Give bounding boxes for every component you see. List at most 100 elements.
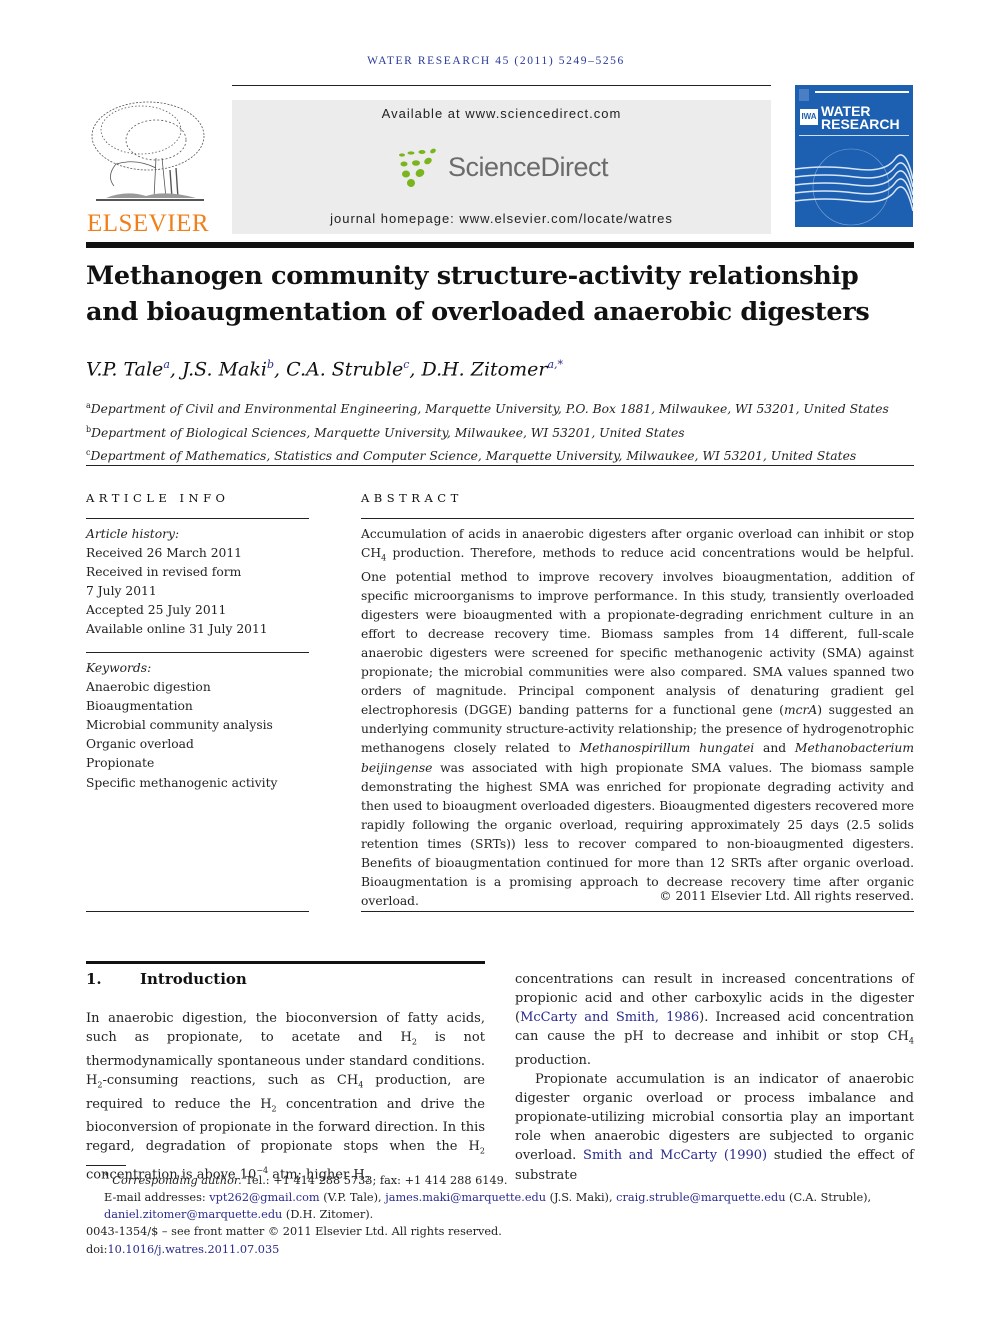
affiliation: cDepartment of Mathematics, Statistics a… <box>86 443 889 467</box>
abstract-heading: ABSTRACT <box>361 491 463 505</box>
gene-name: mcrA <box>783 703 818 718</box>
iwa-badge: IWA <box>800 109 818 125</box>
history-item: Accepted 25 July 2011 <box>86 603 227 618</box>
abstract-rule <box>361 518 914 519</box>
article-info-rule <box>86 518 309 519</box>
masthead-rule <box>86 242 914 248</box>
abstract-text: production. Therefore, methods to reduce… <box>361 546 914 718</box>
section-title: Introduction <box>140 970 247 988</box>
article-title: Methanogen community structure-activity … <box>86 261 870 327</box>
elsevier-logo[interactable]: ELSEVIER <box>86 98 210 238</box>
journal-homepage-link[interactable]: journal homepage: www.elsevier.com/locat… <box>232 211 771 226</box>
cover-rule <box>815 91 909 93</box>
doi-label: doi: <box>86 1242 108 1256</box>
author-name[interactable]: D.H. Zitomer <box>422 358 548 380</box>
email-owner: (V.P. Tale), <box>319 1190 386 1204</box>
keyword: Anaerobic digestion <box>86 680 211 695</box>
cover-elsevier-mini-icon <box>799 89 809 101</box>
email-link[interactable]: craig.struble@marquette.edu <box>616 1191 785 1204</box>
footnote-rule <box>86 1165 126 1166</box>
cover-wave-graphic <box>795 148 913 234</box>
keyword: Microbial community analysis <box>86 718 273 733</box>
article-info-rule <box>86 911 309 912</box>
affiliation-text: Department of Mathematics, Statistics an… <box>90 449 857 464</box>
email-owner: (D.H. Zitomer). <box>282 1208 374 1222</box>
subscript: 2 <box>479 1146 485 1156</box>
email-link[interactable]: james.maki@marquette.edu <box>385 1191 546 1204</box>
abstract-body: Accumulation of acids in anaerobic diges… <box>361 525 914 911</box>
abstract-text: was associated with high propionate SMA … <box>361 760 914 909</box>
doi-line: doi:10.1016/j.watres.2011.07.035 <box>86 1241 916 1258</box>
sciencedirect-logo[interactable]: ScienceDirect <box>396 148 616 188</box>
keyword: Bioaugmentation <box>86 699 193 714</box>
affiliation: aDepartment of Civil and Environmental E… <box>86 396 889 420</box>
journal-cover[interactable]: IWA WATER RESEARCH <box>795 85 913 234</box>
history-item: 7 July 2011 <box>86 584 157 599</box>
contact-info: Tel.: +1 414 288 5733; fax: +1 414 288 6… <box>241 1173 508 1187</box>
author-name[interactable]: V.P. Tale <box>86 358 163 380</box>
email-owner: (C.A. Struble), <box>785 1190 872 1204</box>
cover-title-line2: RESEARCH <box>821 116 900 132</box>
intro-column-right: concentrations can result in increased c… <box>515 970 914 1185</box>
footnote-mark: * <box>104 1171 109 1182</box>
paragraph: In anaerobic digestion, the bioconversio… <box>86 1009 485 1189</box>
cover-divider <box>799 135 909 136</box>
affiliations: aDepartment of Civil and Environmental E… <box>86 396 889 467</box>
issn-line: 0043-1354/$ – see front matter © 2011 El… <box>86 1225 502 1239</box>
text: -consuming reactions, such as CH <box>102 1072 359 1088</box>
keyword: Propionate <box>86 756 155 771</box>
keyword: Organic overload <box>86 737 194 752</box>
citation-link[interactable]: McCarty and Smith, 1986 <box>520 1010 699 1025</box>
section-rule <box>86 961 485 964</box>
sciencedirect-banner: Available at www.sciencedirect.com Scien… <box>232 100 771 234</box>
author-list: V.P. Talea, J.S. Makib, C.A. Strublec, D… <box>86 358 564 381</box>
elsevier-wordmark: ELSEVIER <box>86 210 210 237</box>
history-item: Received in revised form <box>86 565 242 580</box>
email-owner: (J.S. Maki), <box>546 1190 617 1204</box>
author-name[interactable]: C.A. Struble <box>286 358 403 380</box>
abstract-copyright: © 2011 Elsevier Ltd. All rights reserved… <box>659 889 914 903</box>
section-heading: 1. Introduction <box>86 970 247 988</box>
email-label: E-mail addresses: <box>104 1190 210 1204</box>
author-affiliation-mark[interactable]: c <box>403 358 409 371</box>
history-item: Available online 31 July 2011 <box>86 622 268 637</box>
section-number: 1. <box>86 970 102 988</box>
history-item: Received 26 March 2011 <box>86 546 243 561</box>
species-name: Methanospirillum hungatei <box>579 741 755 756</box>
article-info-rule <box>86 652 309 653</box>
citation-link[interactable]: Smith and McCarty (1990) <box>583 1148 767 1163</box>
history-label: Article history: <box>86 527 180 541</box>
abstract-rule <box>361 911 914 912</box>
available-at-link[interactable]: Available at www.sciencedirect.com <box>232 106 771 121</box>
article-history: Article history: Received 26 March 2011 … <box>86 525 268 640</box>
email-link[interactable]: vpt262@gmail.com <box>209 1191 319 1204</box>
author-name[interactable]: J.S. Maki <box>182 358 267 380</box>
author-affiliation-mark[interactable]: a <box>163 358 170 371</box>
affiliation-text: Department of Civil and Environmental En… <box>90 402 889 417</box>
author-affiliation-mark[interactable]: b <box>267 358 274 371</box>
keywords: Keywords: Anaerobic digestion Bioaugment… <box>86 659 278 793</box>
corresponding-author-note: * Corresponding author. Tel.: +1 414 288… <box>86 1168 916 1189</box>
footnotes: * Corresponding author. Tel.: +1 414 288… <box>86 1168 916 1258</box>
running-head: WATER RESEARCH 45 (2011) 5249–5256 <box>367 55 625 67</box>
intro-column-left: In anaerobic digestion, the bioconversio… <box>86 1009 485 1189</box>
text: production. <box>515 1052 592 1068</box>
email-note: E-mail addresses: vpt262@gmail.com (V.P.… <box>86 1189 916 1223</box>
affiliation-text: Department of Biological Sciences, Marqu… <box>91 425 685 440</box>
sciencedirect-wordmark: ScienceDirect <box>448 152 609 182</box>
affiliation-rule <box>86 465 914 466</box>
sciencedirect-dots-icon <box>399 148 436 187</box>
keywords-label: Keywords: <box>86 661 152 675</box>
affiliation: bDepartment of Biological Sciences, Marq… <box>86 420 889 444</box>
doi-link[interactable]: 10.1016/j.watres.2011.07.035 <box>107 1243 279 1256</box>
email-link[interactable]: daniel.zitomer@marquette.edu <box>104 1208 282 1221</box>
paragraph: concentrations can result in increased c… <box>515 970 914 1070</box>
article-info-heading: ARTICLE INFO <box>86 491 230 505</box>
keyword: Specific methanogenic activity <box>86 775 278 790</box>
elsevier-tree-icon <box>91 101 205 201</box>
author-affiliation-mark[interactable]: a,* <box>547 358 563 371</box>
cover-title: WATER RESEARCH <box>821 104 900 132</box>
corresponding-label: Corresponding author. <box>112 1173 242 1187</box>
abstract-text: and <box>754 741 795 756</box>
subscript: 4 <box>908 1036 914 1046</box>
